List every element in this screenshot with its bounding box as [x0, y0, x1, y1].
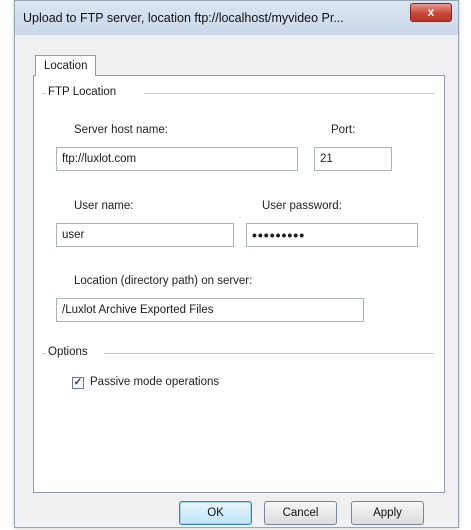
close-icon: x — [427, 5, 435, 19]
window-title: Upload to FTP server, location ftp://loc… — [23, 11, 344, 25]
title-bar[interactable]: Upload to FTP server, location ftp://loc… — [15, 1, 458, 35]
options-group-divider — [104, 353, 434, 354]
user-name-input[interactable]: user — [56, 223, 234, 247]
user-password-label: User password: — [262, 200, 342, 212]
port-label: Port: — [331, 124, 356, 136]
apply-button[interactable]: Apply — [351, 501, 424, 525]
location-path-input[interactable]: /Luxlot Archive Exported Files — [56, 298, 364, 322]
tab-location[interactable]: Location — [35, 55, 97, 76]
ftp-location-group-divider — [144, 93, 434, 94]
ftp-location-group-label: FTP Location — [48, 86, 121, 98]
user-name-label: User name: — [74, 200, 134, 212]
group-divider-left-options — [42, 353, 46, 354]
passive-mode-label[interactable]: Passive mode operations — [90, 376, 219, 388]
close-button[interactable]: x — [410, 3, 452, 22]
server-host-label: Server host name: — [74, 124, 168, 136]
server-host-input[interactable]: ftp://luxlot.com — [56, 147, 298, 171]
location-tab-panel: FTP Location Server host name: ftp://lux… — [33, 75, 445, 493]
ftp-upload-dialog: Upload to FTP server, location ftp://loc… — [14, 0, 459, 528]
ok-button[interactable]: OK — [179, 501, 252, 525]
location-path-label: Location (directory path) on server: — [74, 275, 253, 287]
port-input[interactable]: 21 — [314, 147, 392, 171]
user-password-input[interactable]: ••••••••• — [246, 223, 418, 247]
passive-mode-checkbox[interactable]: ✓ — [72, 377, 84, 389]
options-group-label: Options — [48, 346, 92, 358]
dialog-client-area: Location FTP Location Server host name: … — [19, 35, 454, 525]
group-divider-left — [42, 93, 46, 94]
checkmark-icon: ✓ — [73, 377, 83, 388]
cancel-button[interactable]: Cancel — [264, 501, 337, 525]
